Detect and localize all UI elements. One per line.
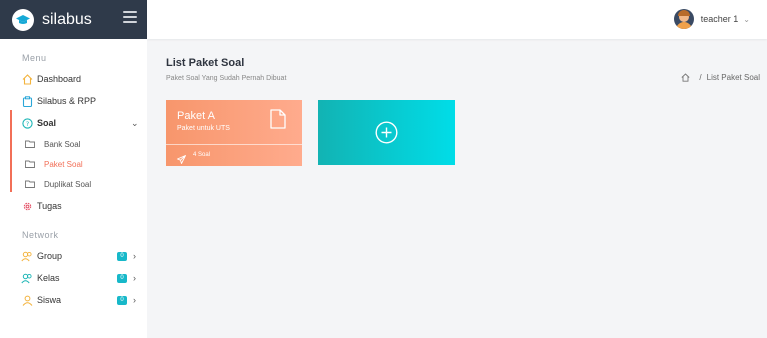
card-divider xyxy=(166,144,302,145)
svg-text:?: ? xyxy=(25,120,28,128)
chevron-down-icon[interactable]: ⌄ xyxy=(131,118,139,129)
sidebar-item-label: Dashboard xyxy=(37,74,82,84)
sidebar-item-tugas[interactable]: Tugas xyxy=(0,196,147,216)
sidebar-brand: silabus xyxy=(0,0,147,39)
users-icon xyxy=(21,250,33,262)
sidebar-item-soal[interactable]: ? Soal ⌄ xyxy=(0,113,147,133)
sidebar-subitem-duplikat-soal[interactable]: Duplikat Soal xyxy=(0,174,147,194)
chevron-right-icon[interactable]: › xyxy=(133,273,136,283)
avatar[interactable] xyxy=(673,9,694,29)
sidebar-subitem-paket-soal[interactable]: Paket Soal xyxy=(0,154,147,174)
plus-circle-icon xyxy=(375,121,398,144)
sidebar-item-label: Soal xyxy=(37,118,57,128)
chevron-right-icon[interactable]: › xyxy=(133,251,136,261)
sidebar-item-siswa[interactable]: Siswa 0 › xyxy=(0,290,147,310)
username[interactable]: teacher 1 xyxy=(701,14,739,24)
sidebar-subitem-label: Duplikat Soal xyxy=(44,179,92,189)
soal-count: 4 Soal xyxy=(193,152,211,158)
sidebar-subitem-label: Paket Soal xyxy=(44,159,83,169)
network-section-label: Network xyxy=(22,230,59,240)
sidebar-item-dashboard[interactable]: Dashboard xyxy=(0,69,147,89)
chevron-right-icon[interactable]: › xyxy=(133,295,136,305)
sidebar-item-label: Kelas xyxy=(37,273,60,283)
sidebar-item-label: Siswa xyxy=(37,295,62,305)
page-subtitle: Paket Soal Yang Sudah Pernah Dibuat xyxy=(166,75,287,82)
paper-plane-icon xyxy=(177,151,186,164)
count-badge: 0 xyxy=(117,273,127,283)
sidebar-item-label: Tugas xyxy=(37,201,62,211)
breadcrumb: / List Paket Soal xyxy=(681,73,760,82)
count-badge: 0 xyxy=(117,295,127,305)
question-icon: ? xyxy=(21,117,33,129)
paket-title: Paket A xyxy=(177,110,215,122)
user-menu[interactable]: teacher 1 ⌄ xyxy=(673,9,750,29)
sidebar-item-label: Group xyxy=(37,251,63,261)
sidebar-subitem-bank-soal[interactable]: Bank Soal xyxy=(0,134,147,154)
menu-section-label: Menu xyxy=(22,53,47,63)
clipboard-icon xyxy=(21,95,33,107)
sidebar-item-silabus-rpp[interactable]: Silabus & RPP xyxy=(0,91,147,111)
graduation-cap-icon xyxy=(12,8,34,31)
sidebar-subitem-label: Bank Soal xyxy=(44,139,81,149)
chevron-down-icon[interactable]: ⌄ xyxy=(743,15,750,24)
breadcrumb-separator: / xyxy=(699,73,702,82)
paket-card[interactable]: Paket A Paket untuk UTS 4 Soal xyxy=(166,100,302,166)
page-title: List Paket Soal xyxy=(166,57,245,69)
sidebar-item-kelas[interactable]: Kelas 0 › xyxy=(0,268,147,288)
count-badge: 0 xyxy=(117,251,127,261)
gear-icon xyxy=(21,200,33,212)
users-icon xyxy=(21,272,33,284)
folder-icon xyxy=(25,160,35,168)
sidebar-item-group[interactable]: Group 0 › xyxy=(0,246,147,266)
breadcrumb-current: List Paket Soal xyxy=(706,73,760,82)
brand-name: silabus xyxy=(42,10,92,28)
top-bar: teacher 1 ⌄ xyxy=(147,0,767,39)
sidebar-item-label: Silabus & RPP xyxy=(37,96,97,106)
hamburger-icon[interactable] xyxy=(123,11,137,23)
file-icon xyxy=(270,109,286,129)
user-icon xyxy=(21,294,33,306)
sidebar: Menu Dashboard Silabus & RPP ? Soal ⌄ Ba… xyxy=(0,39,147,338)
folder-icon xyxy=(25,140,35,148)
home-icon xyxy=(21,73,33,85)
folder-icon xyxy=(25,180,35,188)
add-paket-button[interactable] xyxy=(318,100,455,165)
home-icon[interactable] xyxy=(681,73,690,82)
paket-description: Paket untuk UTS xyxy=(177,125,230,132)
